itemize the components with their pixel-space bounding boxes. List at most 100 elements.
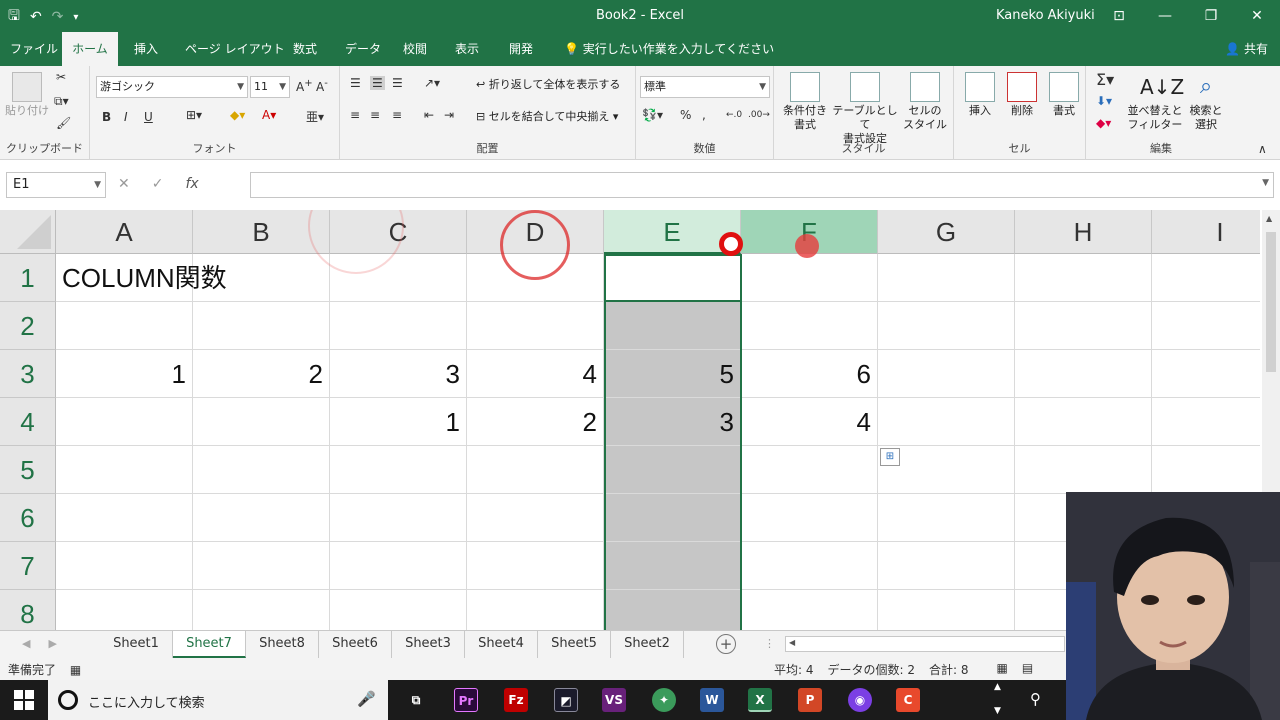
cell-g4[interactable] [878, 398, 1015, 446]
tab-home[interactable]: ホーム [62, 32, 118, 66]
minimize-button[interactable]: — [1142, 0, 1188, 32]
visual-studio-icon[interactable]: VS [602, 688, 626, 712]
cell-g1[interactable] [878, 254, 1015, 302]
tab-data[interactable]: データ [339, 32, 387, 66]
underline-button[interactable]: U [144, 110, 153, 124]
tab-insert[interactable]: 挿入 [128, 32, 164, 66]
cell-f4[interactable]: 4 [741, 398, 878, 446]
row-header-3[interactable]: 3 [0, 350, 56, 398]
expand-formula-icon[interactable]: ▼ [1262, 178, 1269, 188]
cell-g7[interactable] [878, 542, 1015, 590]
cell-f2[interactable] [741, 302, 878, 350]
column-header-e[interactable]: E [604, 210, 741, 254]
percent-button[interactable]: % [680, 108, 691, 122]
bold-button[interactable]: B [102, 110, 111, 124]
cell-f7[interactable] [741, 542, 878, 590]
cell-e7[interactable] [604, 542, 741, 590]
sheet-tab-sheet1[interactable]: Sheet1 [100, 631, 173, 658]
sheet-tab-sheet7[interactable]: Sheet7 [173, 631, 246, 658]
column-header-c[interactable]: C [330, 210, 467, 254]
cell-h1[interactable] [1015, 254, 1152, 302]
autofill-options-icon[interactable]: ⊞ [880, 448, 900, 466]
cell-i1[interactable] [1152, 254, 1260, 302]
word-icon[interactable]: W [700, 688, 724, 712]
cell-e4[interactable]: 3 [604, 398, 741, 446]
column-header-a[interactable]: A [56, 210, 193, 254]
sheet-tab-sheet3[interactable]: Sheet3 [392, 631, 465, 658]
tab-file[interactable]: ファイル [4, 32, 64, 66]
column-header-f[interactable]: F [741, 210, 878, 254]
cell-i3[interactable] [1152, 350, 1260, 398]
vertical-scroll-thumb[interactable] [1266, 232, 1276, 372]
cell-e2[interactable] [604, 302, 741, 350]
cell-f8[interactable] [741, 590, 878, 630]
cell-e3[interactable]: 5 [604, 350, 741, 398]
horizontal-scrollbar[interactable]: ◀ [785, 636, 1065, 652]
cell-a5[interactable] [56, 446, 193, 494]
cell-b8[interactable] [193, 590, 330, 630]
add-sheet-button[interactable]: + [716, 634, 736, 654]
sheet-tab-sheet6[interactable]: Sheet6 [319, 631, 392, 658]
powerpoint-icon[interactable]: P [798, 688, 822, 712]
format-cells-button[interactable]: 書式 [1046, 72, 1082, 118]
cell-a3[interactable]: 1 [56, 350, 193, 398]
microphone-icon[interactable]: 🎤 [357, 690, 376, 708]
cell-b2[interactable] [193, 302, 330, 350]
align-right-icon[interactable]: ≡ [392, 108, 402, 122]
page-layout-view-icon[interactable]: ▤ [1022, 661, 1033, 678]
tab-view[interactable]: 表示 [449, 32, 485, 66]
cell-f6[interactable] [741, 494, 878, 542]
cell-styles-button[interactable]: セルの スタイル [900, 72, 950, 132]
normal-view-icon[interactable]: ▦ [997, 661, 1008, 678]
cell-c5[interactable] [330, 446, 467, 494]
sheet-tab-sheet8[interactable]: Sheet8 [246, 631, 319, 658]
align-bottom-icon[interactable]: ☰ [392, 76, 403, 90]
recorder-icon[interactable]: ◉ [848, 688, 872, 712]
gitkraken-icon[interactable]: ✦ [652, 688, 676, 712]
cell-d1[interactable] [467, 254, 604, 302]
column-header-h[interactable]: H [1015, 210, 1152, 254]
cancel-icon[interactable]: ✕ [118, 176, 130, 192]
copy-icon[interactable]: ⧉▾ [54, 94, 69, 109]
cell-b6[interactable] [193, 494, 330, 542]
cell-b7[interactable] [193, 542, 330, 590]
tab-review[interactable]: 校閲 [397, 32, 433, 66]
fill-icon[interactable]: ⬇▾ [1096, 94, 1112, 108]
borders-icon[interactable]: ⊞▾ [186, 108, 202, 122]
excel-icon[interactable]: X [748, 688, 772, 712]
align-left-icon[interactable]: ≡ [350, 108, 360, 122]
cell-c2[interactable] [330, 302, 467, 350]
share-button[interactable]: 👤 共有 [1225, 40, 1268, 57]
align-center-icon[interactable]: ≡ [370, 108, 380, 122]
cell-i5[interactable] [1152, 446, 1260, 494]
clear-icon[interactable]: ◆▾ [1096, 116, 1111, 130]
scroll-left-icon[interactable]: ◀ [789, 638, 795, 647]
phonetic-icon[interactable]: 亜▾ [306, 108, 324, 125]
fill-color-icon[interactable]: ◆▾ [230, 108, 245, 122]
ribbon-display-icon[interactable]: ⊡ [1096, 0, 1142, 32]
prev-sheet-icon[interactable]: ◀ [22, 637, 30, 650]
tab-page-layout[interactable]: ページ レイアウト [179, 32, 291, 66]
cell-e1[interactable] [604, 254, 741, 302]
scroll-up-icon[interactable]: ▲ [1266, 214, 1272, 223]
align-top-icon[interactable]: ☰ [350, 76, 361, 90]
cell-g3[interactable] [878, 350, 1015, 398]
cell-c3[interactable]: 3 [330, 350, 467, 398]
name-box[interactable]: E1 ▼ [6, 172, 106, 198]
font-color-icon[interactable]: A▾ [262, 108, 276, 122]
macro-record-icon[interactable]: ▦ [70, 663, 81, 677]
close-button[interactable]: ✕ [1234, 0, 1280, 32]
column-header-g[interactable]: G [878, 210, 1015, 254]
cell-f1[interactable] [741, 254, 878, 302]
cell-a4[interactable] [56, 398, 193, 446]
cell-h3[interactable] [1015, 350, 1152, 398]
align-middle-icon[interactable]: ☰ [370, 76, 385, 90]
format-painter-icon[interactable]: 🖌 [56, 116, 71, 130]
cell-h5[interactable] [1015, 446, 1152, 494]
cell-d6[interactable] [467, 494, 604, 542]
comma-button[interactable]: , [702, 108, 706, 122]
tab-formulas[interactable]: 数式 [287, 32, 323, 66]
cell-b1[interactable] [193, 254, 330, 302]
restore-button[interactable]: ❐ [1188, 0, 1234, 32]
column-header-b[interactable]: B [193, 210, 330, 254]
